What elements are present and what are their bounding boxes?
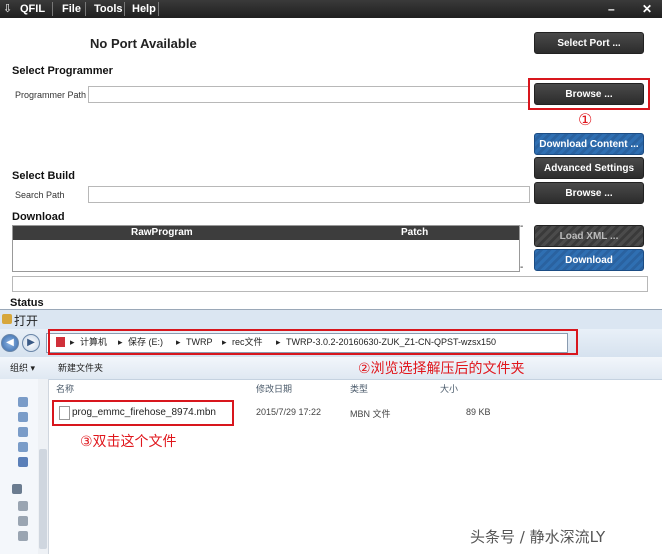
file-type: MBN 文件 [350, 409, 391, 419]
download-heading: Download [12, 211, 65, 223]
col-type[interactable]: 类型 [350, 381, 368, 397]
menu-file[interactable]: File [56, 0, 87, 18]
menu-help[interactable]: Help [126, 0, 162, 18]
load-xml-button[interactable]: Load XML ... [534, 225, 644, 247]
file-modified: 2015/7/29 17:22 [256, 407, 322, 417]
step3-annotation: ③双击这个文件 [80, 434, 177, 450]
music-icon[interactable] [18, 457, 28, 467]
close-button[interactable]: ✕ [642, 0, 652, 18]
port-status: No Port Available [90, 36, 197, 51]
file-icon [59, 406, 70, 420]
browse-build-button[interactable]: Browse ... [534, 182, 644, 204]
menu-tools[interactable]: Tools [88, 0, 129, 18]
forward-arrow-icon[interactable]: ▶ [22, 334, 40, 352]
pictures-icon[interactable] [18, 442, 28, 452]
programmer-path-input[interactable] [88, 86, 530, 103]
watermark: 头条号 / 静水深流LY [470, 528, 606, 546]
minimize-button[interactable]: – [608, 0, 615, 18]
col-patch: Patch [401, 227, 429, 238]
browse-programmer-button[interactable]: Browse ... [534, 83, 644, 105]
title-bar: ⇩ QFIL File Tools Help – ✕ [0, 0, 662, 18]
dash-bottom: - [520, 262, 524, 273]
search-path-label: Search Path [15, 190, 65, 200]
navigation-pane [0, 379, 39, 554]
col-name[interactable]: 名称 [56, 381, 74, 397]
file-name: prog_emmc_firehose_8974.mbn [72, 407, 216, 418]
favorites-icon[interactable] [18, 397, 28, 407]
download-content-button[interactable]: Download Content ... [534, 133, 644, 155]
progress-field [12, 276, 648, 292]
breadcrumb-item-twrp[interactable]: TWRP [186, 334, 213, 350]
programmer-path-label: Programmer Path [15, 90, 87, 100]
download-table-header [13, 226, 519, 240]
download-table: RawProgram Patch [12, 225, 520, 272]
new-folder-button[interactable]: 新建文件夹 [58, 361, 103, 374]
breadcrumb-item-computer[interactable]: 计算机 [80, 334, 107, 350]
open-dialog-title: 打开 [14, 314, 39, 328]
col-size[interactable]: 大小 [440, 381, 458, 397]
back-arrow-icon[interactable]: ◀ [1, 334, 19, 352]
col-rawprogram: RawProgram [131, 227, 193, 238]
drive-d-icon[interactable] [18, 516, 28, 526]
breadcrumb-sep: ▸ [70, 337, 75, 347]
documents-icon[interactable] [18, 427, 28, 437]
drive-e-icon[interactable] [18, 531, 28, 541]
open-dialog-titlebar: 打开 [0, 309, 662, 330]
select-build-heading: Select Build [12, 170, 75, 182]
search-path-input[interactable] [88, 186, 530, 203]
breadcrumb-item-folder[interactable]: TWRP-3.0.2-20160630-ZUK_Z1-CN-QPST-wzsx1… [286, 334, 496, 350]
dialog-toolbar: 组织 ▾ 新建文件夹 [0, 357, 662, 380]
select-port-button[interactable]: Select Port ... [534, 32, 644, 54]
status-heading: Status [10, 297, 44, 309]
col-modified[interactable]: 修改日期 [256, 381, 292, 397]
organize-button[interactable]: 组织 ▾ [10, 361, 35, 374]
folder-icon [2, 314, 12, 324]
select-programmer-heading: Select Programmer [12, 65, 113, 77]
scrollbar-thumb[interactable] [39, 449, 47, 549]
nav-scrollbar[interactable] [38, 379, 49, 554]
file-row[interactable]: prog_emmc_firehose_8974.mbn [56, 404, 232, 422]
library-icon[interactable] [18, 412, 28, 422]
advanced-settings-button[interactable]: Advanced Settings [534, 157, 644, 179]
step1-annotation: ① [578, 110, 593, 129]
breadcrumb-item-drive[interactable]: 保存 (E:) [128, 334, 163, 350]
computer-icon[interactable] [12, 484, 22, 494]
file-size: 89 KB [466, 407, 491, 417]
app-title: QFIL [20, 3, 46, 15]
dash-top: - [520, 221, 524, 232]
download-button[interactable]: Download [534, 249, 644, 271]
drive-c-icon[interactable] [18, 501, 28, 511]
breadcrumb-item-rec[interactable]: rec文件 [232, 334, 263, 350]
step2-annotation: ②浏览选择解压后的文件夹 [358, 361, 525, 377]
